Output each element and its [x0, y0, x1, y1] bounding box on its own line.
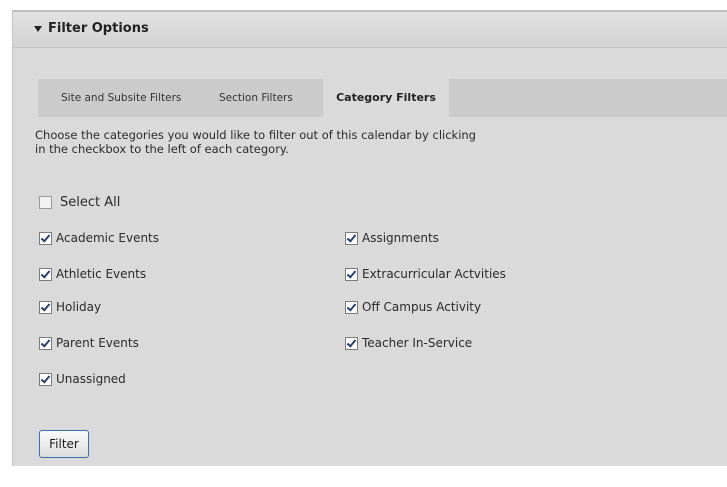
- instructions-text: Choose the categories you would like to …: [35, 128, 575, 156]
- filter-options-panel: Filter Options Site and Subsite Filters …: [12, 10, 727, 466]
- checkbox-box[interactable]: [39, 231, 52, 245]
- tab-strip: Site and Subsite Filters Section Filters…: [38, 79, 727, 119]
- category-label: Teacher In-Service: [362, 336, 473, 350]
- category-unassigned[interactable]: Unassigned: [39, 371, 126, 387]
- category-holiday[interactable]: Holiday: [39, 299, 101, 315]
- tab-section-filters[interactable]: Section Filters: [219, 79, 293, 117]
- checkbox-box[interactable]: [39, 195, 52, 209]
- instructions-line-2: in the checkbox to the left of each cate…: [35, 142, 289, 156]
- checkbox-box[interactable]: [39, 372, 52, 386]
- panel-header[interactable]: Filter Options: [13, 12, 727, 48]
- select-all-label: Select All: [60, 194, 121, 210]
- checkbox-box[interactable]: [39, 300, 52, 314]
- category-academic-events[interactable]: Academic Events: [39, 230, 159, 246]
- triangle-down-icon[interactable]: [34, 26, 42, 32]
- tab-site-subsite-filters[interactable]: Site and Subsite Filters: [61, 79, 181, 117]
- category-assignments[interactable]: Assignments: [345, 230, 439, 246]
- category-label: Extracurricular Actvities: [362, 267, 506, 281]
- category-label: Parent Events: [56, 336, 139, 350]
- category-label: Athletic Events: [56, 267, 147, 281]
- filter-button[interactable]: Filter: [39, 430, 89, 458]
- checkbox-box[interactable]: [39, 267, 52, 281]
- category-label: Off Campus Activity: [362, 300, 482, 314]
- checkbox-box[interactable]: [345, 231, 358, 245]
- tab-category-filters[interactable]: Category Filters: [323, 79, 449, 119]
- category-label: Holiday: [56, 300, 102, 314]
- category-label: Academic Events: [56, 231, 160, 245]
- category-label: Assignments: [362, 231, 439, 245]
- checkbox-box[interactable]: [345, 336, 358, 350]
- category-athletic-events[interactable]: Athletic Events: [39, 266, 146, 282]
- category-label: Unassigned: [56, 372, 126, 386]
- checkbox-box[interactable]: [39, 336, 52, 350]
- instructions-line-1: Choose the categories you would like to …: [35, 128, 476, 142]
- category-parent-events[interactable]: Parent Events: [39, 335, 139, 351]
- category-extracurricular-activities[interactable]: Extracurricular Actvities: [345, 266, 506, 282]
- checkbox-box[interactable]: [345, 267, 358, 281]
- category-teacher-in-service[interactable]: Teacher In-Service: [345, 335, 472, 351]
- checkbox-box[interactable]: [345, 300, 358, 314]
- panel-title: Filter Options: [48, 21, 149, 36]
- category-off-campus-activity[interactable]: Off Campus Activity: [345, 299, 481, 315]
- select-all-checkbox[interactable]: Select All: [39, 194, 120, 210]
